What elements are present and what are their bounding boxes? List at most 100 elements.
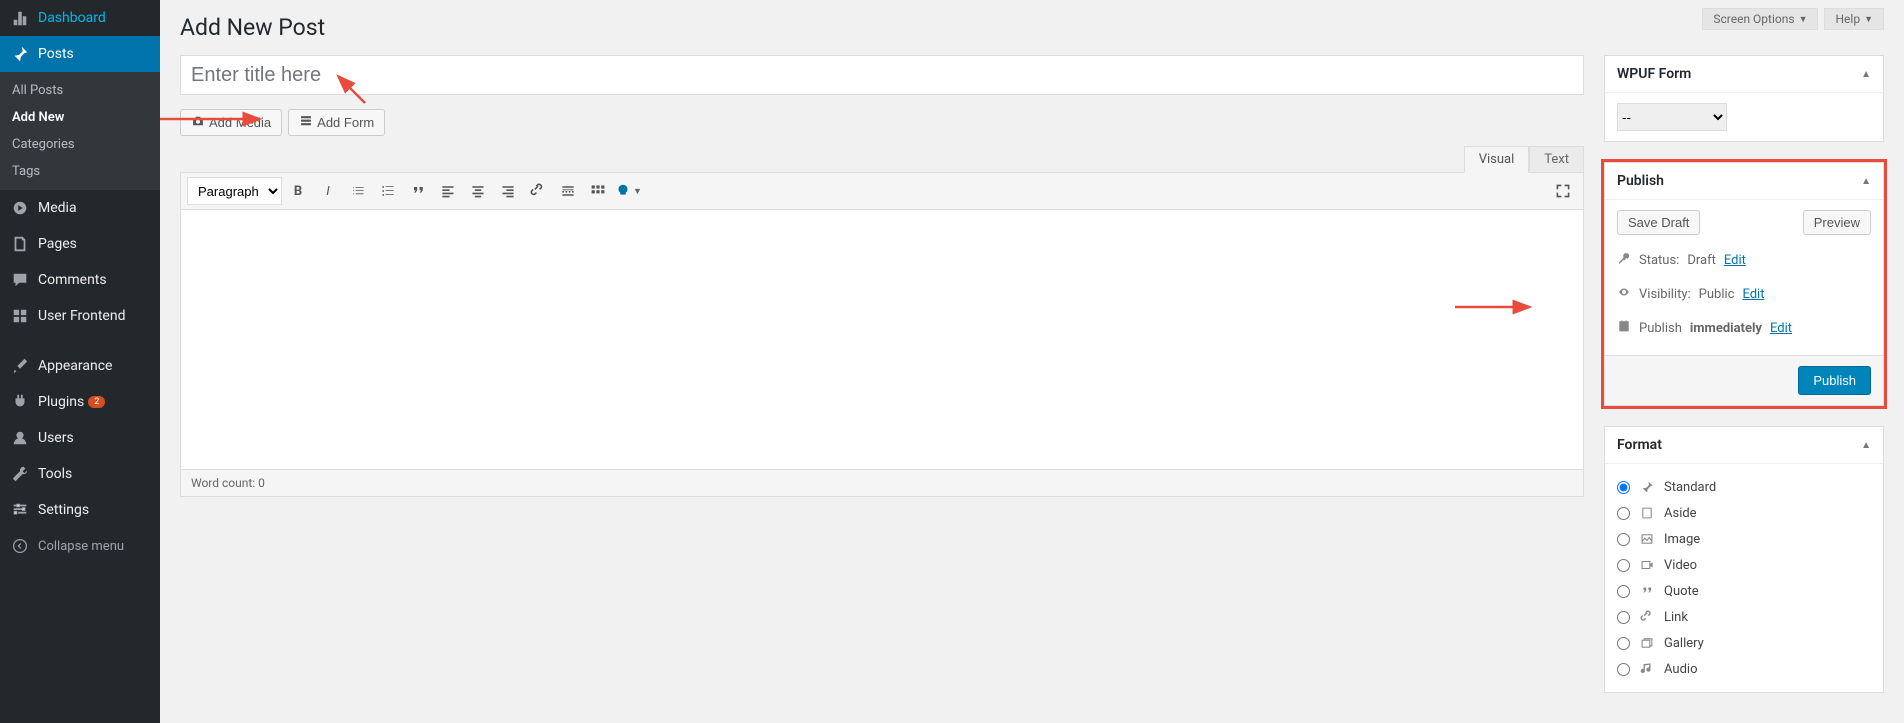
format-label: Quote — [1664, 584, 1699, 599]
sidebar-item-label: Settings — [38, 502, 89, 518]
status-edit-link[interactable]: Edit — [1724, 253, 1746, 268]
italic-button[interactable]: I — [314, 177, 342, 205]
toolbar-toggle-button[interactable] — [584, 177, 612, 205]
format-option-link[interactable]: Link — [1617, 604, 1871, 630]
sidebar-item-comments[interactable]: Comments — [0, 262, 160, 298]
postbox-wpuf-form: WPUF Form ▲ -- — [1604, 55, 1884, 142]
page-title: Add New Post — [180, 14, 1884, 41]
chevron-up-icon: ▲ — [1861, 176, 1871, 187]
status-value: Draft — [1687, 253, 1716, 268]
screen-options-button[interactable]: Screen Options ▼ — [1702, 8, 1818, 30]
dashboard-icon — [10, 8, 30, 28]
postbox-header[interactable]: WPUF Form ▲ — [1605, 56, 1883, 93]
save-draft-button[interactable]: Save Draft — [1617, 210, 1700, 235]
align-center-button[interactable] — [464, 177, 492, 205]
sidebar-item-media[interactable]: Media — [0, 190, 160, 226]
format-radio[interactable] — [1617, 585, 1630, 598]
postbox-title: Publish — [1617, 173, 1664, 189]
visibility-label: Visibility: — [1639, 287, 1691, 302]
wrench-icon — [10, 464, 30, 484]
chevron-up-icon: ▲ — [1861, 440, 1871, 451]
format-option-gallery[interactable]: Gallery — [1617, 630, 1871, 656]
format-option-video[interactable]: Video — [1617, 552, 1871, 578]
number-list-button[interactable] — [374, 177, 402, 205]
format-radio[interactable] — [1617, 559, 1630, 572]
sidebar-item-label: Dashboard — [38, 10, 106, 26]
format-select[interactable]: Paragraph — [187, 177, 282, 205]
align-right-button[interactable] — [494, 177, 522, 205]
format-radio[interactable] — [1617, 533, 1630, 546]
format-option-image[interactable]: Image — [1617, 526, 1871, 552]
settings-icon — [10, 500, 30, 520]
collapse-label: Collapse menu — [38, 539, 124, 554]
chevron-down-icon: ▼ — [1864, 14, 1873, 25]
word-count: Word count: 0 — [191, 476, 265, 490]
wpuf-form-select[interactable]: -- — [1617, 103, 1727, 131]
link-button[interactable] — [524, 177, 552, 205]
postbox-publish: Publish ▲ Save Draft Preview Status: Dra… — [1604, 162, 1884, 406]
sidebar-item-plugins[interactable]: Plugins 2 — [0, 384, 160, 420]
format-option-standard[interactable]: Standard — [1617, 474, 1871, 500]
plugin-icon — [10, 392, 30, 412]
submenu-add-new[interactable]: Add New — [0, 104, 160, 131]
sidebar-item-dashboard[interactable]: Dashboard — [0, 0, 160, 36]
preview-button[interactable]: Preview — [1803, 210, 1871, 235]
main-content: Screen Options ▼ Help ▼ Add New Post Add… — [160, 0, 1904, 723]
editor-content[interactable] — [180, 210, 1584, 470]
align-left-button[interactable] — [434, 177, 462, 205]
format-option-aside[interactable]: Aside — [1617, 500, 1871, 526]
visibility-edit-link[interactable]: Edit — [1742, 287, 1764, 302]
sidebar-item-users[interactable]: Users — [0, 420, 160, 456]
format-option-audio[interactable]: Audio — [1617, 656, 1871, 682]
fullscreen-button[interactable] — [1549, 177, 1577, 205]
sidebar-item-pages[interactable]: Pages — [0, 226, 160, 262]
video-icon — [1638, 556, 1656, 574]
sidebar-item-label: Posts — [38, 46, 74, 62]
gallery-icon — [1638, 634, 1656, 652]
sidebar-item-settings[interactable]: Settings — [0, 492, 160, 528]
publish-button[interactable]: Publish — [1798, 366, 1871, 395]
format-label: Gallery — [1664, 636, 1704, 651]
tab-visual[interactable]: Visual — [1464, 146, 1530, 173]
sidebar-item-tools[interactable]: Tools — [0, 456, 160, 492]
format-radio[interactable] — [1617, 637, 1630, 650]
eye-icon — [1617, 285, 1631, 303]
add-form-button[interactable]: Add Form — [288, 109, 385, 136]
submenu-all-posts[interactable]: All Posts — [0, 77, 160, 104]
sidebar-item-appearance[interactable]: Appearance — [0, 348, 160, 384]
sidebar-item-posts[interactable]: Posts — [0, 36, 160, 72]
format-label: Audio — [1664, 662, 1697, 677]
submenu-categories[interactable]: Categories — [0, 131, 160, 158]
help-button[interactable]: Help ▼ — [1824, 8, 1884, 30]
distraction-free-button[interactable]: ▼ — [614, 177, 642, 205]
post-title-input[interactable] — [180, 55, 1584, 95]
bullet-list-button[interactable] — [344, 177, 372, 205]
format-label: Video — [1664, 558, 1697, 573]
postbox-title: Format — [1617, 437, 1662, 453]
editor-toolbar: Paragraph B I ▼ — [180, 172, 1584, 210]
sidebar-item-user-frontend[interactable]: User Frontend — [0, 298, 160, 334]
user-icon — [10, 428, 30, 448]
tab-text[interactable]: Text — [1529, 146, 1584, 173]
format-radio[interactable] — [1617, 507, 1630, 520]
visibility-value: Public — [1699, 287, 1735, 302]
collapse-menu[interactable]: Collapse menu — [0, 528, 160, 564]
insert-more-button[interactable] — [554, 177, 582, 205]
format-label: Image — [1664, 532, 1700, 547]
postbox-header[interactable]: Format ▲ — [1605, 427, 1883, 464]
format-radio[interactable] — [1617, 611, 1630, 624]
submenu-tags[interactable]: Tags — [0, 158, 160, 185]
blockquote-button[interactable] — [404, 177, 432, 205]
format-option-quote[interactable]: Quote — [1617, 578, 1871, 604]
brush-icon — [10, 356, 30, 376]
bold-button[interactable]: B — [284, 177, 312, 205]
comment-icon — [10, 270, 30, 290]
postbox-header[interactable]: Publish ▲ — [1605, 163, 1883, 200]
format-radio[interactable] — [1617, 481, 1630, 494]
audio-icon — [1638, 660, 1656, 678]
key-icon — [1617, 251, 1631, 269]
format-radio[interactable] — [1617, 663, 1630, 676]
publish-time-edit-link[interactable]: Edit — [1770, 321, 1792, 336]
add-media-button[interactable]: Add Media — [180, 109, 282, 136]
chevron-up-icon: ▲ — [1861, 69, 1871, 80]
